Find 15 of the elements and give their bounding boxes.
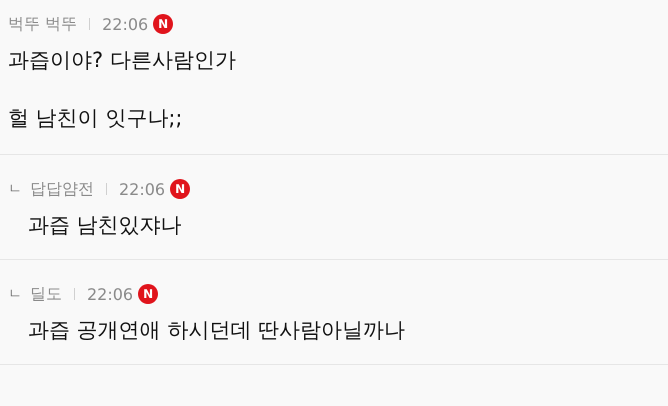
new-badge: N [153, 14, 174, 34]
comment-time: 22:06 [119, 180, 166, 198]
reply-mark: ㄴ [8, 285, 22, 303]
comment-text: 과즙이야? 다른사람인가 [8, 47, 237, 74]
new-badge: N [170, 179, 190, 199]
comment-text: 과즙 남친있쟈나 [28, 212, 183, 239]
reply-mark: ㄴ [8, 180, 22, 198]
comment-text: 헐 남친이 잇구나;; [8, 105, 184, 132]
comment-time: 22:06 [102, 14, 148, 34]
author-name: 벅뚜 벅뚜 [8, 14, 78, 34]
author-name: 답답얌전 [30, 178, 94, 200]
new-badge: N [138, 284, 158, 304]
comment-text: 과즙 공개연애 하시던데 딴사람아닐까나 [28, 317, 406, 344]
author-name: 딜도 [30, 284, 62, 304]
comment-time: 22:06 [87, 284, 134, 304]
